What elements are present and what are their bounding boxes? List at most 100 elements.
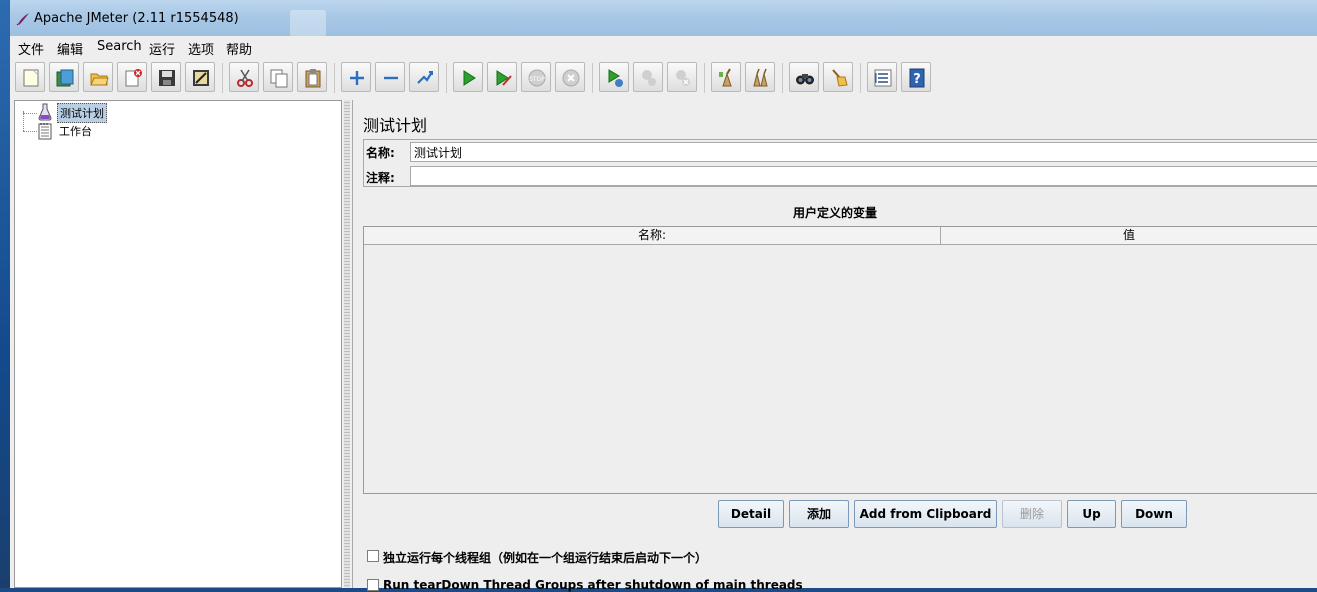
shutdown-icon (562, 69, 580, 87)
notepad-icon (38, 123, 52, 140)
menu-run[interactable]: 运行 (149, 39, 175, 58)
remote-stop-icon (642, 70, 656, 86)
menu-file[interactable]: 文件 (18, 39, 44, 58)
function-helper-button[interactable] (867, 62, 897, 92)
toolbar-separator (704, 63, 705, 93)
start-button[interactable] (453, 62, 483, 92)
checkbox-label: 独立运行每个线程组（例如在一个组运行结束后启动下一个） (383, 551, 708, 565)
up-button[interactable]: Up (1067, 500, 1116, 528)
collapse-icon (384, 76, 398, 80)
start-no-pauses-button[interactable] (487, 62, 517, 92)
name-field[interactable] (410, 142, 1317, 162)
detail-button[interactable]: Detail (718, 500, 784, 528)
tree-node-label: 测试计划 (57, 103, 107, 123)
desktop-background (0, 0, 10, 588)
close-icon (125, 69, 142, 87)
copy-button[interactable] (263, 62, 293, 92)
save-icon (159, 70, 175, 86)
comment-label: 注释: (366, 171, 395, 185)
function-helper-icon (874, 69, 892, 87)
stop-button[interactable]: STOP (521, 62, 551, 92)
shutdown-button[interactable] (555, 62, 585, 92)
toolbar-separator (860, 63, 861, 93)
paste-button[interactable] (297, 62, 327, 92)
new-icon (23, 69, 39, 87)
tree-node-label: 工作台 (59, 125, 92, 138)
menu-edit[interactable]: 编辑 (57, 39, 83, 58)
test-plan-tree[interactable]: 测试计划 工作台 (14, 100, 342, 588)
checkbox-label: Run tearDown Thread Groups after shutdow… (383, 578, 803, 592)
remote-exit-button[interactable] (667, 62, 697, 92)
name-comment-panel: 名称: 注释: (363, 139, 1317, 187)
save-as-button[interactable] (185, 62, 215, 92)
toolbar: STOP ? (10, 58, 1317, 98)
toolbar-separator (222, 63, 223, 93)
reset-search-icon (832, 69, 848, 87)
run-thread-groups-consecutively-checkbox[interactable] (367, 550, 379, 562)
search-icon (796, 74, 814, 85)
help-button[interactable]: ? (901, 62, 931, 92)
open-button[interactable] (83, 62, 113, 92)
save-as-icon (193, 70, 209, 86)
stop-icon: STOP (528, 69, 546, 87)
delete-button[interactable]: 删除 (1002, 500, 1062, 528)
paste-icon (305, 69, 321, 88)
toolbar-separator (592, 63, 593, 93)
user-defined-variables-title: 用户定义的变量 (792, 206, 877, 220)
run-teardown-checkbox[interactable] (367, 579, 379, 591)
menu-options[interactable]: 选项 (188, 39, 214, 58)
search-button[interactable] (789, 62, 819, 92)
toggle-button[interactable] (409, 62, 439, 92)
name-label: 名称: (366, 146, 395, 160)
menu-search[interactable]: Search (97, 39, 142, 54)
remote-start-icon (608, 69, 623, 87)
clear-all-button[interactable] (745, 62, 775, 92)
expand-icon (350, 71, 364, 85)
toolbar-separator (334, 63, 335, 93)
reset-search-button[interactable] (823, 62, 853, 92)
add-from-clipboard-button[interactable]: Add from Clipboard (854, 500, 997, 528)
toggle-icon (417, 71, 433, 84)
flask-icon (38, 103, 52, 121)
add-button[interactable]: 添加 (789, 500, 849, 528)
start-no-pauses-icon (496, 70, 512, 86)
down-button[interactable]: Down (1121, 500, 1187, 528)
title-bar-glass-highlight (290, 10, 326, 36)
svg-text:STOP: STOP (529, 76, 545, 83)
close-button[interactable] (117, 62, 147, 92)
title-bar[interactable]: Apache JMeter (2.11 r1554548) (10, 0, 1317, 37)
new-button[interactable] (15, 62, 45, 92)
remote-stop-button[interactable] (633, 62, 663, 92)
cut-button[interactable] (229, 62, 259, 92)
user-variables-table[interactable]: 名称: 值 (363, 226, 1317, 494)
split-pane-divider[interactable] (344, 100, 350, 588)
start-icon (463, 70, 476, 86)
tree-connector (23, 111, 24, 131)
remote-exit-icon (676, 70, 690, 86)
open-icon (90, 73, 109, 86)
tree-connector (23, 113, 37, 114)
page-title: 测试计划 (363, 116, 428, 135)
jmeter-window: Apache JMeter (2.11 r1554548) 文件 编辑 Sear… (10, 0, 1317, 592)
window-title: Apache JMeter (2.11 r1554548) (34, 11, 239, 26)
copy-icon (270, 69, 288, 88)
toolbar-separator (782, 63, 783, 93)
menu-bar: 文件 编辑 Search 运行 选项 帮助 (10, 36, 1317, 59)
menu-help[interactable]: 帮助 (226, 39, 252, 58)
help-icon: ? (909, 68, 925, 88)
column-header-name[interactable]: 名称: (364, 227, 941, 245)
jmeter-feather-icon (16, 13, 29, 26)
column-header-value[interactable]: 值 (941, 227, 1317, 245)
expand-all-button[interactable] (341, 62, 371, 92)
clear-button[interactable] (711, 62, 741, 92)
tree-connector (23, 131, 37, 132)
save-button[interactable] (151, 62, 181, 92)
comment-field[interactable] (410, 166, 1317, 186)
clear-icon (719, 68, 732, 87)
collapse-all-button[interactable] (375, 62, 405, 92)
templates-button[interactable] (49, 62, 79, 92)
remote-start-button[interactable] (599, 62, 629, 92)
test-plan-editor: 测试计划 名称: 注释: 用户定义的变量 名称: 值 Detail 添加 Add… (352, 100, 1317, 592)
cut-icon (237, 69, 253, 87)
svg-text:?: ? (913, 72, 921, 87)
